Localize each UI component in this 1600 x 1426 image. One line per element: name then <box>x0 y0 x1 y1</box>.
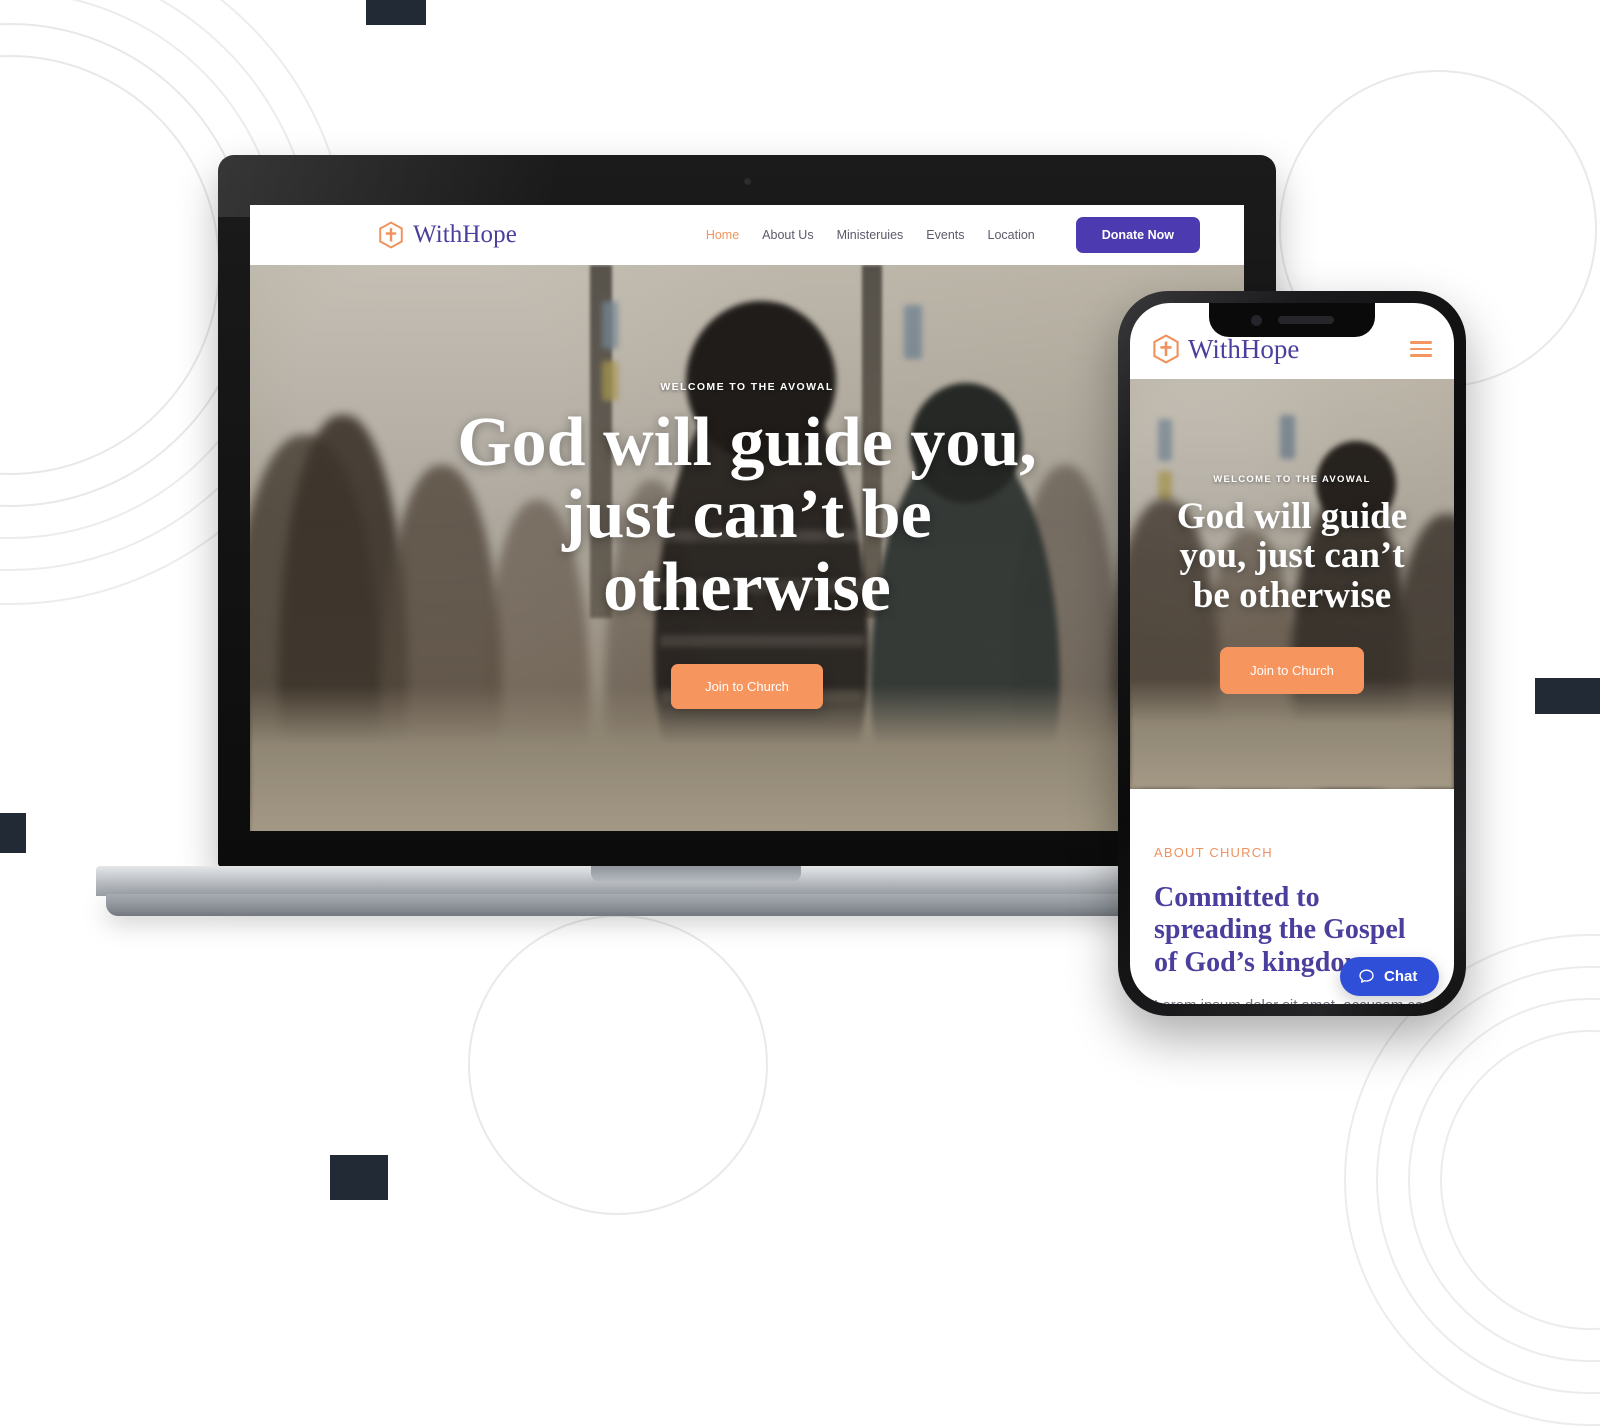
mobile-hero-eyebrow: WELCOME TO THE AVOWAL <box>1213 474 1371 486</box>
mobile-hero-section: WELCOME TO THE AVOWAL God will guide you… <box>1130 379 1454 789</box>
nav-item-location[interactable]: Location <box>988 228 1035 242</box>
laptop-base <box>96 866 1296 918</box>
desktop-site-header: WithHope Home About Us Ministeruies Even… <box>250 205 1244 265</box>
decor-ring <box>1376 966 1600 1394</box>
laptop-camera-icon <box>743 177 752 186</box>
join-to-church-button[interactable]: Join to Church <box>671 663 823 709</box>
decor-ring <box>0 55 220 475</box>
about-body: Lorem ipsum dolor sit amet, accusam conn… <box>1154 997 1430 1004</box>
decor-circle <box>468 915 768 1215</box>
hexagon-cross-icon <box>379 221 403 249</box>
mobile-hero-title: God will guide you, just can’t be otherw… <box>1176 496 1408 616</box>
about-kicker: ABOUT CHURCH <box>1154 845 1273 860</box>
desktop-nav: Home About Us Ministeruies Events Locati… <box>706 217 1200 253</box>
decor-square <box>0 813 26 853</box>
chat-widget-button[interactable]: Chat <box>1340 957 1440 996</box>
mobile-join-to-church-button[interactable]: Join to Church <box>1220 646 1364 694</box>
nav-item-about-us[interactable]: About Us <box>762 228 813 242</box>
chat-widget-label: Chat <box>1384 968 1418 985</box>
decor-square <box>366 0 426 25</box>
decor-ring <box>1440 1030 1600 1330</box>
nav-item-home[interactable]: Home <box>706 228 739 242</box>
phone-notch <box>1209 303 1375 337</box>
mobile-brand-name: WithHope <box>1188 333 1300 364</box>
phone-camera-icon <box>1250 314 1262 326</box>
mobile-brand-logo[interactable]: WithHope <box>1152 334 1299 365</box>
laptop-base-bottom <box>106 894 1286 916</box>
hexagon-cross-icon <box>1153 334 1179 364</box>
decor-ring <box>1408 998 1600 1362</box>
donate-now-button[interactable]: Donate Now <box>1075 217 1200 253</box>
hero-content: WELCOME TO THE AVOWAL God will guide you… <box>250 265 1244 831</box>
brand-logo[interactable]: WithHope <box>378 221 517 249</box>
phone-speaker-icon <box>1277 316 1334 324</box>
decor-ring <box>0 23 252 507</box>
hamburger-icon[interactable] <box>1410 341 1432 357</box>
phone-mockup: WithHope WELCOME TO THE AVOWAL God will … <box>1118 291 1466 1016</box>
laptop-base-notch <box>591 866 801 882</box>
decor-square <box>1535 678 1600 714</box>
hero-eyebrow: WELCOME TO THE AVOWAL <box>660 381 834 394</box>
brand-name: WithHope <box>413 221 517 248</box>
decor-square <box>330 1155 388 1200</box>
desktop-hero-section: WELCOME TO THE AVOWAL God will guide you… <box>250 265 1244 831</box>
mobile-viewport: WithHope WELCOME TO THE AVOWAL God will … <box>1130 303 1454 1004</box>
chat-bubble-icon <box>1359 969 1374 983</box>
desktop-viewport: WithHope Home About Us Ministeruies Even… <box>250 205 1244 831</box>
mobile-hero-content: WELCOME TO THE AVOWAL God will guide you… <box>1130 379 1454 789</box>
hero-title: God will guide you, just can’t be otherw… <box>457 404 1037 626</box>
nav-item-events[interactable]: Events <box>926 228 964 242</box>
nav-item-ministeruies[interactable]: Ministeruies <box>837 228 904 242</box>
